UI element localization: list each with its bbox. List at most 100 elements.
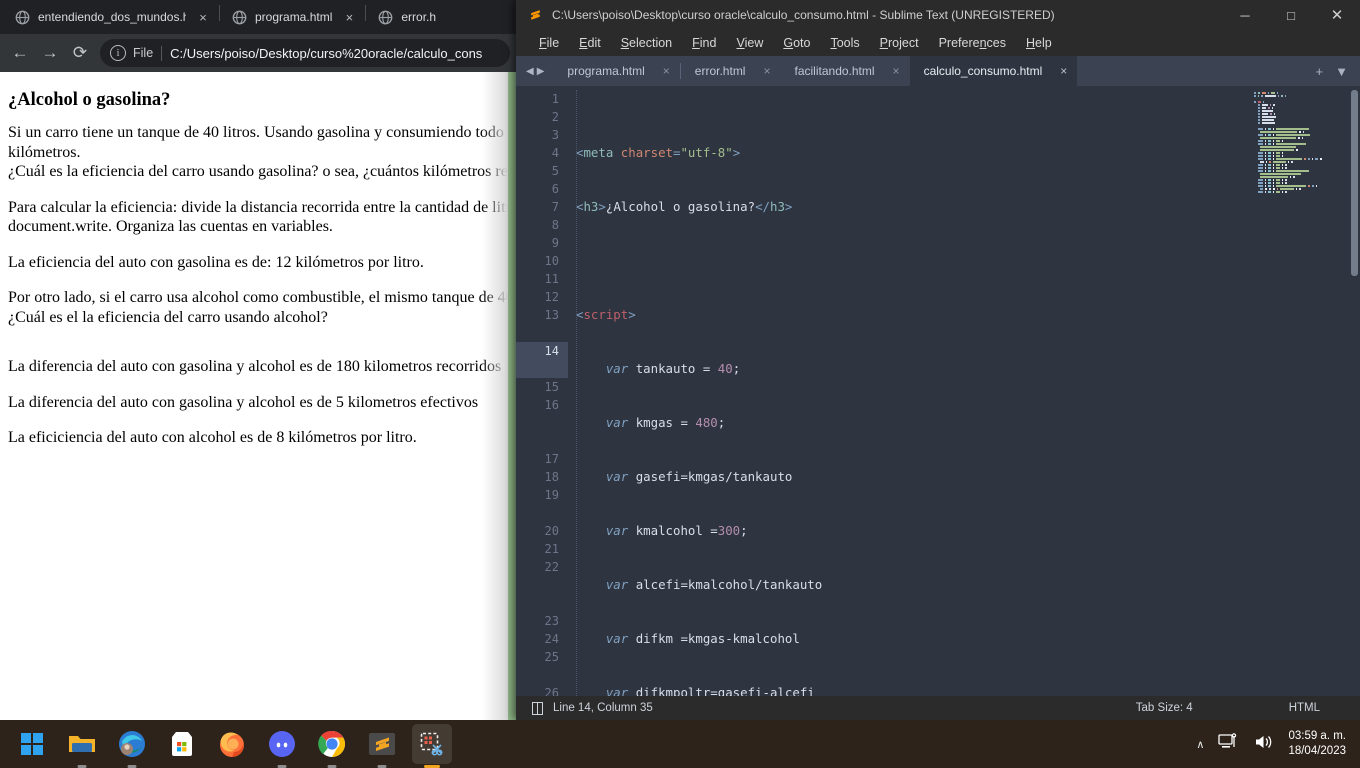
sublime-text-window: C:\Users\poiso\Desktop\curso oracle\calc… xyxy=(516,0,1360,720)
minimap-token xyxy=(1268,188,1272,190)
menu-file[interactable]: File xyxy=(529,30,569,56)
sidebar-icon[interactable] xyxy=(532,701,543,715)
start-icon[interactable] xyxy=(12,724,52,764)
back-button[interactable]: ← xyxy=(6,39,34,67)
line-number xyxy=(516,432,568,450)
page-paragraph-1: Si un carro tiene un tanque de 40 litros… xyxy=(8,123,515,182)
minimap-token xyxy=(1276,143,1307,145)
page-paragraph-3: La eficiencia del auto con gasolina es d… xyxy=(8,253,424,271)
close-icon[interactable]: × xyxy=(342,11,356,24)
minimap-indent xyxy=(1254,164,1256,166)
minimap-token xyxy=(1285,164,1287,166)
minimap-row xyxy=(1254,137,1360,139)
minimap-token xyxy=(1272,161,1286,163)
minimap-token xyxy=(1276,92,1279,94)
code-editor-area[interactable]: <meta charset="utf-8"> <h3>¿Alcohol o ga… xyxy=(568,86,1248,696)
chrome-browser-window: entendiendo_dos_mundos.ht × programa.htm… xyxy=(0,0,516,720)
browser-tab-2[interactable]: programa.html × xyxy=(221,0,364,34)
code-minimap[interactable] xyxy=(1248,86,1360,696)
chrome-icon[interactable] xyxy=(312,724,352,768)
minimap-token xyxy=(1311,158,1314,160)
line-number: 6 xyxy=(551,182,559,196)
menu-edit[interactable]: Edit xyxy=(569,30,611,56)
minimap-token xyxy=(1258,140,1263,142)
minimap-token xyxy=(1272,164,1275,166)
menu-help[interactable]: Help xyxy=(1016,30,1062,56)
volume-icon[interactable] xyxy=(1254,733,1274,756)
tray-expand-icon[interactable]: ∧ xyxy=(1196,738,1204,751)
sublime-tab-programa[interactable]: programa.html × xyxy=(553,56,679,86)
minimize-button[interactable]: ─ xyxy=(1222,0,1268,30)
maximize-button[interactable]: □ xyxy=(1268,0,1314,30)
minimap-indent xyxy=(1254,110,1256,112)
menu-view[interactable]: View xyxy=(726,30,773,56)
tab-next-icon[interactable]: ▶ xyxy=(537,66,546,77)
clock[interactable]: 03:59 a. m. 18/04/2023 xyxy=(1288,729,1346,759)
address-bar[interactable]: i File C:/Users/poiso/Desktop/curso%20or… xyxy=(100,39,510,67)
menu-tools[interactable]: Tools xyxy=(820,30,869,56)
close-icon[interactable]: × xyxy=(663,64,670,78)
forward-button[interactable]: → xyxy=(36,39,64,67)
snipping-tool-icon[interactable] xyxy=(412,724,452,768)
browser-tab-3[interactable]: error.h xyxy=(367,0,444,34)
minimap-token xyxy=(1315,185,1318,187)
minimap-row xyxy=(1254,173,1360,175)
info-icon[interactable]: i xyxy=(110,45,126,61)
tab-size-label[interactable]: Tab Size: 4 xyxy=(1136,702,1193,714)
minimap-token xyxy=(1276,185,1307,187)
minimap-token xyxy=(1276,191,1280,193)
minimap-token xyxy=(1265,188,1267,190)
menu-find[interactable]: Find xyxy=(682,30,726,56)
minimap-token xyxy=(1272,143,1275,145)
discord-icon[interactable] xyxy=(262,724,302,768)
taskbar-icon-group xyxy=(12,724,452,768)
close-icon[interactable]: × xyxy=(196,11,210,24)
reload-button[interactable]: ⟳ xyxy=(66,39,94,67)
minimap-token xyxy=(1276,140,1280,142)
chevron-down-icon[interactable]: ▼ xyxy=(1335,64,1348,79)
browser-tab-title: programa.html xyxy=(255,10,333,24)
sublime-tab-calculo-consumo[interactable]: calculo_consumo.html × xyxy=(909,56,1078,86)
minimap-token xyxy=(1261,104,1268,106)
line-number: 8 xyxy=(551,218,559,232)
close-button[interactable]: ✕ xyxy=(1314,0,1360,30)
firefox-icon[interactable] xyxy=(212,724,252,764)
minimap-indent xyxy=(1254,179,1256,181)
line-number: 13 xyxy=(544,308,559,322)
minimap-token xyxy=(1268,140,1271,142)
tab-label: error.html xyxy=(694,64,746,78)
sublime-text-icon[interactable] xyxy=(362,724,402,768)
tab-prev-icon[interactable]: ◀ xyxy=(526,66,535,77)
menu-preferences[interactable]: Preferences xyxy=(929,30,1016,56)
close-icon[interactable]: × xyxy=(893,64,900,78)
close-icon[interactable]: × xyxy=(763,64,770,78)
file-explorer-icon[interactable] xyxy=(62,724,102,768)
close-icon[interactable]: × xyxy=(1060,64,1067,78)
edge-icon[interactable] xyxy=(112,724,152,768)
minimap-row xyxy=(1254,98,1360,100)
menu-selection[interactable]: Selection xyxy=(611,30,682,56)
minimap-scrollbar[interactable] xyxy=(1351,90,1358,276)
line-number: 17 xyxy=(544,452,559,466)
sublime-tab-error[interactable]: error.html × xyxy=(681,56,781,86)
sublime-status-bar: Line 14, Column 35 Tab Size: 4 HTML xyxy=(516,696,1360,720)
line-number xyxy=(516,414,568,432)
syntax-label[interactable]: HTML xyxy=(1289,702,1320,714)
url-text: C:/Users/poiso/Desktop/curso%20oracle/ca… xyxy=(170,45,483,61)
minimap-token xyxy=(1285,179,1287,181)
menu-project[interactable]: Project xyxy=(870,30,929,56)
minimap-row xyxy=(1254,146,1360,148)
tab-scroll-arrows[interactable]: ◀ ▶ xyxy=(516,56,553,86)
minimap-token xyxy=(1273,113,1276,115)
minimap-token xyxy=(1273,104,1275,106)
minimap-token xyxy=(1260,131,1298,133)
microsoft-store-icon[interactable] xyxy=(162,724,202,764)
menu-goto[interactable]: Goto xyxy=(773,30,820,56)
minimap-token xyxy=(1257,101,1261,103)
network-icon[interactable] xyxy=(1218,732,1240,756)
tab-bar-actions: + ▼ xyxy=(1304,56,1360,86)
new-tab-icon[interactable]: + xyxy=(1316,64,1324,79)
sublime-tab-facilitando[interactable]: facilitando.html × xyxy=(781,56,910,86)
browser-tab-1[interactable]: entendiendo_dos_mundos.ht × xyxy=(4,0,218,34)
system-tray: ∧ 03:59 a. m. 18/04/2023 xyxy=(1196,729,1360,759)
